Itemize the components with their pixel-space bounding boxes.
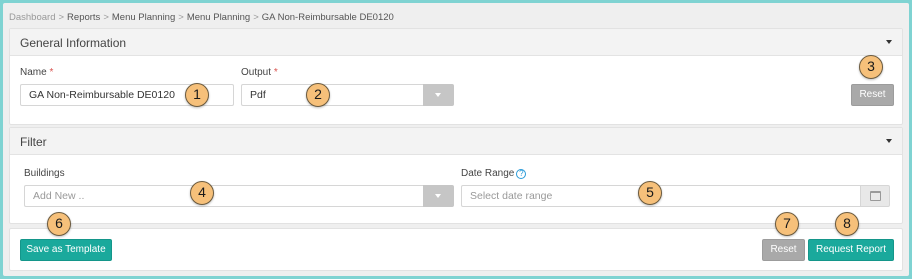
required-mark: * — [273, 67, 278, 78]
filter-header[interactable]: Filter — [10, 128, 902, 155]
filter-panel: Filter Buildings Add New .. Date Range? … — [9, 127, 903, 224]
collapse-caret-icon[interactable] — [886, 139, 892, 143]
general-information-title: General Information — [20, 36, 127, 50]
buildings-dropdown-button[interactable] — [423, 185, 454, 207]
chevron-down-icon — [435, 93, 441, 97]
callout-badge-8: 8 — [835, 212, 859, 236]
callout-badge-6: 6 — [47, 212, 71, 236]
callout-badge-2: 2 — [306, 83, 330, 107]
breadcrumb-reports[interactable]: Reports — [67, 12, 100, 23]
filter-title: Filter — [20, 135, 47, 149]
breadcrumb-dashboard[interactable]: Dashboard — [9, 12, 55, 23]
breadcrumb: Dashboard > Reports > Menu Planning > Menu Pla… — [9, 12, 394, 23]
buildings-input[interactable]: Add New .. — [24, 185, 424, 207]
callout-badge-7: 7 — [775, 212, 799, 236]
output-dropdown-button[interactable] — [423, 84, 454, 106]
callout-badge-1: 1 — [185, 83, 209, 107]
breadcrumb-menu-planning[interactable]: Menu Planning — [112, 12, 175, 23]
breadcrumb-separator: > — [58, 12, 65, 23]
request-report-button[interactable]: Request Report — [808, 239, 894, 261]
general-reset-button[interactable]: Reset — [851, 84, 894, 106]
date-range-calendar-button[interactable] — [860, 185, 890, 207]
chevron-down-icon — [435, 194, 441, 198]
breadcrumb-separator: > — [178, 12, 184, 23]
output-label: Output * — [241, 67, 278, 78]
breadcrumb-menu-planning-sub[interactable]: Menu Planning — [187, 12, 250, 23]
calendar-icon — [870, 191, 881, 201]
report-page: Dashboard > Reports > Menu Planning > Menu Pla… — [3, 3, 909, 276]
callout-badge-5: 5 — [638, 181, 662, 205]
name-label: Name * — [20, 67, 54, 78]
breadcrumb-separator: > — [253, 12, 259, 23]
collapse-caret-icon[interactable] — [886, 40, 892, 44]
general-information-header[interactable]: General Information — [10, 29, 902, 56]
date-range-label: Date Range? — [461, 168, 527, 179]
save-as-template-button[interactable]: Save as Template — [20, 239, 112, 261]
general-information-panel: General Information Name * GA Non-Reimbu… — [9, 28, 903, 125]
footer-reset-button[interactable]: Reset — [762, 239, 805, 261]
callout-badge-3: 3 — [859, 55, 883, 79]
required-mark: * — [49, 67, 54, 78]
output-select[interactable]: Pdf — [241, 84, 424, 106]
buildings-label: Buildings — [24, 168, 65, 179]
footer-bar: Save as Template Reset Request Report — [9, 228, 903, 271]
help-icon[interactable]: ? — [516, 169, 527, 179]
breadcrumb-current: GA Non-Reimbursable DE0120 — [261, 12, 394, 23]
breadcrumb-separator: > — [103, 12, 109, 23]
callout-badge-4: 4 — [190, 181, 214, 205]
